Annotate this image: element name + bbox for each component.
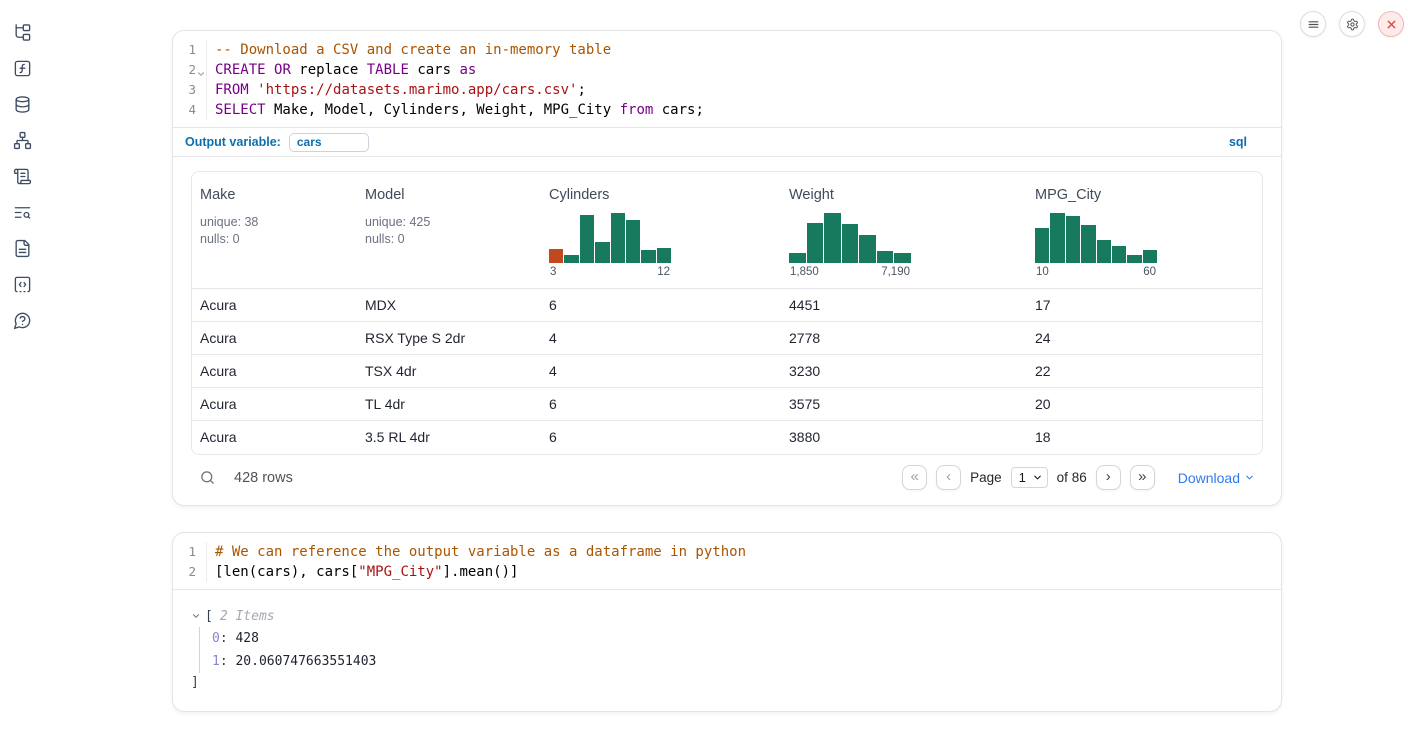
code-lines: # We can reference the output variable a…: [207, 542, 746, 582]
column-header-model[interactable]: Modelunique: 425nulls: 0: [357, 172, 541, 289]
column-header-weight[interactable]: Weight1,8507,190: [781, 172, 1027, 289]
table-row[interactable]: AcuraTL 4dr6357520: [192, 388, 1263, 421]
page-total: of 86: [1057, 470, 1087, 485]
list-search-icon: [13, 203, 32, 222]
window-actions: [1300, 11, 1404, 37]
histogram-axis-labels: 1060: [1035, 266, 1157, 278]
line-number: 2: [173, 562, 206, 582]
menu-icon: [1307, 18, 1320, 31]
search-icon: [199, 469, 216, 486]
chevron-down-icon: [1244, 472, 1255, 483]
code-lines: -- Download a CSV and create an in-memor…: [207, 40, 704, 120]
sidebar-item-datasources[interactable]: [10, 94, 34, 114]
gutter: 12: [173, 542, 207, 582]
snippets-icon: [13, 275, 32, 294]
language-badge: sql: [1229, 135, 1247, 149]
gear-icon: [1346, 18, 1359, 31]
code-line[interactable]: CREATE OR replace TABLE cars as: [215, 60, 704, 80]
output-variable-label: Output variable:: [185, 135, 281, 149]
sidebar-item-dependencies[interactable]: [10, 130, 34, 150]
sidebar: [0, 0, 44, 729]
code-line[interactable]: FROM 'https://datasets.marimo.app/cars.c…: [215, 80, 704, 100]
open-bracket: [: [205, 609, 213, 624]
column-header-make[interactable]: Makeunique: 38nulls: 0: [192, 172, 357, 289]
histogram-axis-labels: 1,8507,190: [789, 266, 911, 278]
settings-button[interactable]: [1339, 11, 1365, 37]
sidebar-item-outline[interactable]: [10, 202, 34, 222]
last-page-button[interactable]: »: [1130, 465, 1155, 490]
fold-chevron-icon[interactable]: [196, 65, 206, 75]
code-line[interactable]: # We can reference the output variable a…: [215, 542, 746, 562]
help-icon: [13, 311, 32, 330]
sidebar-item-snippets[interactable]: [10, 274, 34, 294]
table-row[interactable]: Acura3.5 RL 4dr6388018: [192, 421, 1263, 454]
menu-button[interactable]: [1300, 11, 1326, 37]
code-line[interactable]: [len(cars), cars["MPG_City"].mean()]: [215, 562, 746, 582]
close-button[interactable]: [1378, 11, 1404, 37]
page-select-value: 1: [1019, 470, 1026, 485]
line-number: 4: [173, 100, 206, 120]
histogram-cylinders: [549, 213, 671, 263]
code-line[interactable]: -- Download a CSV and create an in-memor…: [215, 40, 704, 60]
table-row[interactable]: AcuraRSX Type S 2dr4277824: [192, 322, 1263, 355]
table-row[interactable]: AcuraTSX 4dr4323022: [192, 355, 1263, 388]
database-icon: [13, 95, 32, 114]
table-row[interactable]: AcuraMDX6445117: [192, 289, 1263, 322]
cell-output: [ 2 Items 0: 4281: 20.060747663551403 ]: [173, 589, 1281, 693]
line-number: 3: [173, 80, 206, 100]
items-count: 2 Items: [220, 609, 275, 624]
python-cell: 12 # We can reference the output variabl…: [172, 532, 1282, 712]
list-item: 1: 20.060747663551403: [212, 650, 1263, 673]
column-stats: unique: 38nulls: 0: [200, 214, 349, 247]
document-icon: [13, 239, 32, 258]
sidebar-item-documentation[interactable]: [10, 238, 34, 258]
column-stats: unique: 425nulls: 0: [365, 214, 533, 247]
function-square-icon: [13, 59, 32, 78]
table-footer: 428 rows « ‹ Page 1 of 86 › » Download: [191, 455, 1263, 501]
dependency-graph-icon: [13, 131, 32, 150]
sql-cell: 1234 -- Download a CSV and create an in-…: [172, 30, 1282, 506]
column-header-cylinders[interactable]: Cylinders312: [541, 172, 781, 289]
first-page-button[interactable]: «: [902, 465, 927, 490]
search-button[interactable]: [199, 469, 216, 486]
histogram-axis-labels: 312: [549, 266, 671, 278]
histogram-weight: [789, 213, 911, 263]
output-entries: 0: 4281: 20.060747663551403: [199, 627, 1263, 673]
python-code-editor[interactable]: 12 # We can reference the output variabl…: [173, 533, 1281, 589]
file-tree-icon: [13, 23, 32, 42]
chevron-down-icon: [1032, 472, 1043, 483]
close-icon: [1385, 18, 1398, 31]
column-header-mpg_city[interactable]: MPG_City1060: [1027, 172, 1263, 289]
data-table: Makeunique: 38nulls: 0Modelunique: 425nu…: [192, 172, 1263, 454]
line-number: 1: [173, 542, 206, 562]
code-line[interactable]: SELECT Make, Model, Cylinders, Weight, M…: [215, 100, 704, 120]
line-number: 2: [173, 60, 206, 80]
collapse-chevron-icon[interactable]: [191, 611, 201, 621]
line-number: 1: [173, 40, 206, 60]
sidebar-item-logs[interactable]: [10, 166, 34, 186]
prev-page-button[interactable]: ‹: [936, 465, 961, 490]
sql-code-editor[interactable]: 1234 -- Download a CSV and create an in-…: [173, 31, 1281, 127]
scroll-icon: [13, 167, 32, 186]
table-section: Makeunique: 38nulls: 0Modelunique: 425nu…: [173, 156, 1281, 501]
sidebar-item-help[interactable]: [10, 310, 34, 330]
page-label: Page: [970, 470, 1002, 485]
list-item: 0: 428: [212, 627, 1263, 650]
gutter: 1234: [173, 40, 207, 120]
sidebar-item-files[interactable]: [10, 22, 34, 42]
sidebar-item-variables[interactable]: [10, 58, 34, 78]
download-button[interactable]: Download: [1178, 470, 1255, 486]
close-bracket: ]: [191, 673, 1263, 693]
page-select[interactable]: 1: [1011, 467, 1048, 488]
output-variable-row: Output variable: sql: [173, 127, 1281, 156]
next-page-button[interactable]: ›: [1096, 465, 1121, 490]
output-variable-input[interactable]: [289, 133, 369, 152]
histogram-mpg_city: [1035, 213, 1157, 263]
row-count: 428 rows: [234, 470, 293, 486]
